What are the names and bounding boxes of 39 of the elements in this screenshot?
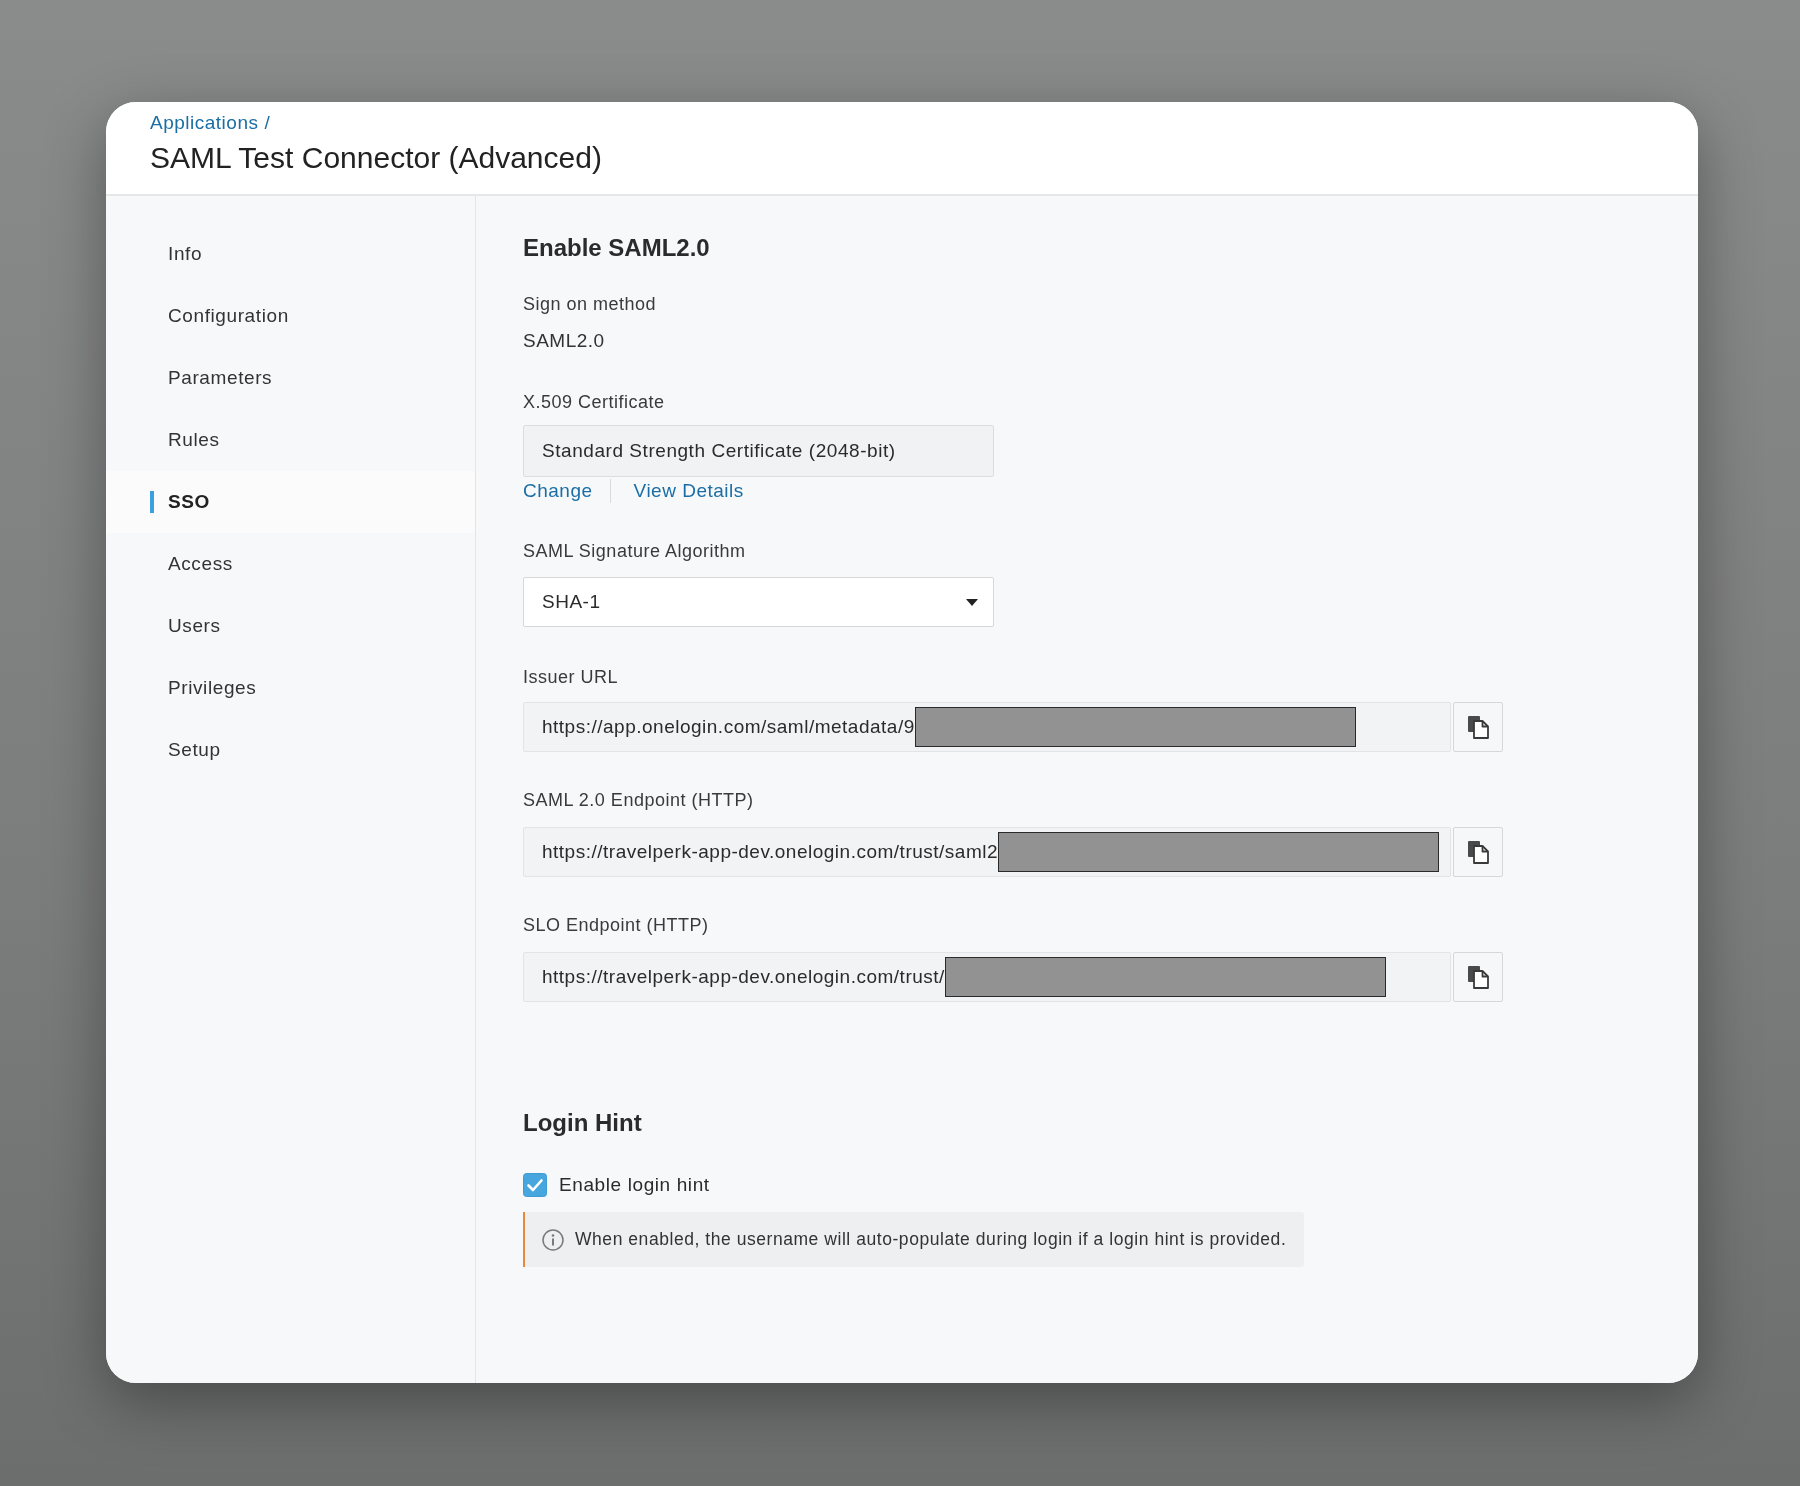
- sidebar-item[interactable]: SSO: [106, 471, 475, 533]
- field-label: SAML Signature Algorithm: [523, 540, 746, 563]
- certificate-field: Standard Strength Certificate (2048-bit): [523, 425, 994, 477]
- algorithm-select[interactable]: SHA-1: [523, 577, 994, 627]
- copy-button[interactable]: [1453, 952, 1503, 1002]
- field-label: Issuer URL: [523, 666, 619, 689]
- copy-button[interactable]: [1453, 702, 1503, 752]
- section-heading: Login Hint: [523, 1108, 642, 1138]
- note-text: When enabled, the username will auto-populate during login if a login hint is provided.: [575, 1228, 1287, 1252]
- field-value: SAML2.0: [523, 329, 605, 353]
- copy-button[interactable]: [1453, 827, 1503, 877]
- link[interactable]: Change: [523, 479, 593, 503]
- field-label: SLO Endpoint (HTTP): [523, 914, 709, 937]
- sidebar-item[interactable]: Privileges: [106, 657, 475, 719]
- copy-icon: [1467, 715, 1489, 739]
- url-field[interactable]: https://travelperk-app-dev.onelogin.com/trust/: [523, 952, 1451, 1002]
- sidebar-item[interactable]: Access: [106, 533, 475, 595]
- sidebar-item[interactable]: Info: [106, 223, 475, 285]
- copy-icon: [1467, 840, 1489, 864]
- field-label: SAML 2.0 Endpoint (HTTP): [523, 789, 754, 812]
- sidebar-item[interactable]: Configuration: [106, 285, 475, 347]
- checkbox[interactable]: [523, 1173, 547, 1197]
- page-title: SAML Test Connector (Advanced): [150, 141, 602, 175]
- field-label: X.509 Certificate: [523, 391, 665, 414]
- checkbox-label[interactable]: Enable login hint: [559, 1173, 710, 1197]
- sidebar-item[interactable]: Users: [106, 595, 475, 657]
- sidebar-item[interactable]: Parameters: [106, 347, 475, 409]
- sidebar-item[interactable]: Rules: [106, 409, 475, 471]
- sidebar-item[interactable]: Setup: [106, 719, 475, 781]
- copy-icon: [1467, 965, 1489, 989]
- breadcrumb-link[interactable]: Applications: [150, 112, 259, 134]
- url-field[interactable]: https://travelperk-app-dev.onelogin.com/trust/saml2: [523, 827, 1451, 877]
- url-field[interactable]: https://app.onelogin.com/saml/metadata/9: [523, 702, 1451, 752]
- breadcrumb-separator: /: [264, 112, 271, 134]
- caret-icon: [966, 598, 978, 606]
- info-icon: [542, 1228, 564, 1251]
- field-label: Sign on method: [523, 293, 657, 316]
- link[interactable]: View Details: [633, 479, 744, 503]
- section-heading: Enable SAML2.0: [523, 233, 710, 263]
